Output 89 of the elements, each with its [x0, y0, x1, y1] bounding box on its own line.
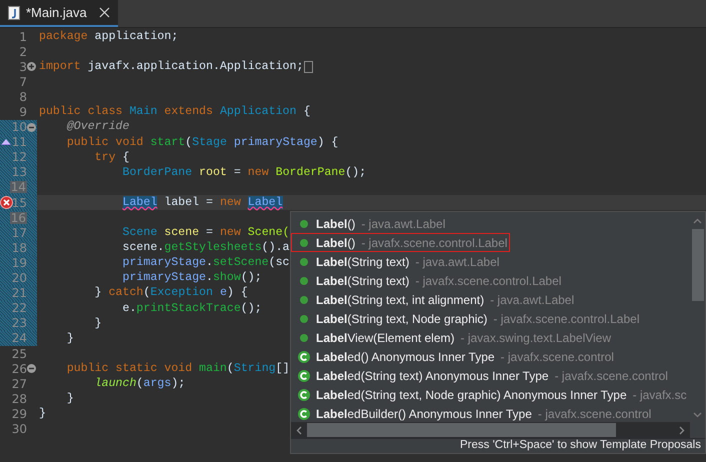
proposal-item[interactable]: Label() - javafx.scene.control.Label: [291, 233, 510, 252]
line-number: 27: [12, 378, 27, 390]
proposal-label: Label(): [316, 216, 356, 232]
code-line: public class Main extends Application {: [39, 104, 310, 120]
status-hint: Press 'Ctrl+Space' to show Template Proposals: [460, 438, 701, 454]
proposal-item[interactable]: Label(String text, Node graphic) - javafx.scene.control.Label: [291, 309, 642, 328]
proposal-item[interactable]: LabeledBuilder() Anonymous Inner Type - javafx.scene.control: [291, 404, 654, 422]
scrollbar-thumb[interactable]: [307, 423, 616, 437]
line-number: 1: [19, 30, 27, 43]
proposal-qualifier: - javafx.scene.control: [538, 406, 652, 422]
proposal-qualifier: - javafx.scene.control.Label: [415, 272, 562, 290]
proposal-label: Labeled(String text, Node graphic) Anonymous Inner Type: [316, 386, 627, 404]
code-line: import javafx.application.Application;: [39, 59, 304, 76]
code-line: @Override: [66, 119, 130, 136]
horizontal-scrollbar[interactable]: [291, 422, 690, 438]
line-number: 13: [12, 166, 27, 178]
code-line: public static void main(String[]: [66, 360, 290, 377]
proposal-label: LabelView(Element elem): [316, 330, 454, 346]
proposal-item[interactable]: Label() - java.awt.Label: [291, 214, 448, 233]
proposal-item[interactable]: Label(String text, int alignment) - java.awt.Label: [291, 290, 578, 309]
line-number: 19: [12, 256, 27, 269]
line-number: 10: [12, 121, 27, 134]
code-line: primaryStage.setScene(sc: [122, 255, 290, 272]
line-number: 17: [12, 226, 27, 239]
code-line: primaryStage.show();: [122, 270, 262, 286]
proposal-label: Labeled(String text) Anonymous Inner Type: [316, 368, 549, 384]
proposal-label: LabeledBuilder() Anonymous Inner Type: [316, 406, 532, 422]
code-line: launch(args);: [94, 376, 186, 392]
line-number: 25: [12, 348, 27, 360]
line-number: 8: [19, 90, 27, 103]
code-line: Scene scene = new Scene(: [122, 225, 290, 242]
proposal-qualifier: - javafx.scene.control.Label: [493, 310, 640, 328]
proposal-qualifier: - javax.swing.text.LabelView: [460, 330, 612, 346]
scrollbar-thumb[interactable]: [692, 229, 704, 301]
line-number: 3: [19, 60, 27, 73]
proposal-item[interactable]: Labeled(String text, Node graphic) Anonymous Inner Type - javafx.sc: [291, 385, 690, 404]
code-line: }: [39, 406, 46, 422]
proposal-item[interactable]: Labeled(String text) Anonymous Inner Type - javafx.scene.control: [291, 366, 671, 385]
proposal-label: Label(String text): [316, 254, 410, 270]
tab-title: *Main.java: [26, 4, 87, 22]
collapse-icon[interactable]: [27, 364, 36, 374]
proposal-label: Label(String text, int alignment): [316, 292, 484, 308]
proposal-item[interactable]: LabelView(Element elem) - javax.swing.text.LabelView: [291, 328, 614, 347]
proposal-item[interactable]: Label(String text) - java.awt.Label: [291, 252, 502, 271]
proposal-qualifier: - java.awt.Label: [490, 292, 574, 308]
proposal-qualifier: - javafx.scene.control: [554, 368, 668, 384]
line-number: 29: [12, 408, 27, 420]
code-line: }: [66, 330, 74, 347]
line-number: 18: [12, 242, 27, 254]
line-number: 12: [12, 151, 27, 164]
folded-code-box[interactable]: [304, 60, 314, 73]
line-number: 28: [12, 392, 27, 405]
line-number: 21: [12, 287, 27, 300]
code-line: BorderPane root = new BorderPane();: [122, 164, 366, 181]
line-number: 23: [12, 317, 27, 330]
line-number: 11: [12, 136, 27, 148]
line-number: 9: [19, 106, 27, 118]
line-number: 2: [19, 46, 27, 58]
line-number: 30: [12, 422, 27, 435]
expand-icon[interactable]: [27, 62, 36, 72]
proposal-qualifier: - javafx.sc: [632, 386, 687, 404]
proposal-label: Label(String text, Node graphic): [316, 310, 488, 328]
proposal-qualifier: - javafx.scene.control.Label: [361, 234, 508, 252]
proposal-item[interactable]: Labeled() Anonymous Inner Type - javafx.scene.control: [291, 347, 617, 366]
proposal-item[interactable]: Label(String text) - javafx.scene.control.Label: [291, 271, 564, 290]
code-line: }: [66, 391, 74, 408]
line-number: 7: [19, 76, 27, 88]
proposal-label: Label(): [316, 234, 356, 252]
line-number: 24: [12, 332, 27, 344]
code-line: Label label = new Label: [122, 194, 283, 211]
proposal-qualifier: - java.awt.Label: [361, 216, 446, 232]
proposal-label: Labeled() Anonymous Inner Type: [316, 348, 495, 366]
collapse-icon[interactable]: [27, 122, 36, 132]
code-line: e.printStackTrace();: [122, 300, 262, 317]
code-line: } catch(Exception e) {: [94, 285, 248, 302]
code-line: public void start(Stage primaryStage) {: [66, 134, 338, 151]
proposal-label: Label(String text): [316, 272, 410, 290]
editor-tab[interactable]: *Main.java: [0, 0, 118, 27]
proposal-qualifier: - java.awt.Label: [415, 254, 500, 270]
line-number: 22: [12, 302, 27, 314]
proposal-qualifier: - javafx.scene.control: [500, 348, 614, 366]
code-line: package application;: [39, 28, 178, 45]
code-line: try {: [94, 150, 130, 166]
code-line: }: [94, 316, 102, 332]
line-number: 26: [12, 362, 27, 375]
code-line: scene.getStylesheets().a: [122, 240, 290, 256]
close-icon[interactable]: [98, 7, 110, 18]
line-number: 15: [12, 196, 27, 209]
line-number: 20: [12, 272, 27, 284]
